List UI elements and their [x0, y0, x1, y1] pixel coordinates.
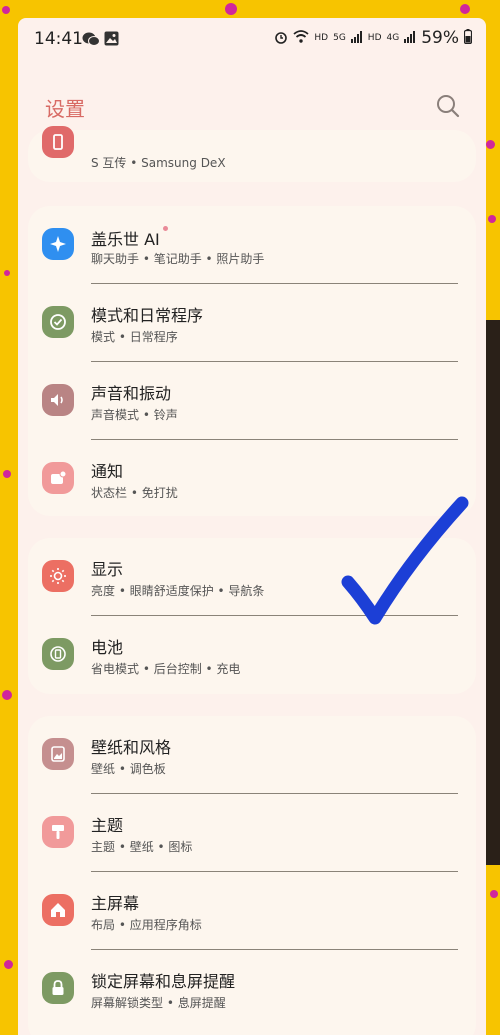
item-title: 声音和振动: [91, 384, 172, 403]
status-bar: 14:41 HD 5G HD 4G 59%: [18, 18, 486, 60]
signal-icon: [404, 30, 416, 46]
polka-dot: [4, 960, 13, 969]
network-label-2: 5G: [333, 33, 346, 43]
item-subtitle: 状态栏 • 免打扰: [91, 486, 178, 500]
settings-group-display-battery: 显示 亮度 • 眼睛舒适度保护 • 导航条 电池 省电模式 • 后台控制 • 充…: [28, 538, 476, 694]
polka-dot: [460, 4, 470, 14]
polka-dot: [3, 470, 11, 478]
polka-dot: [2, 6, 10, 14]
polka-dot: [490, 890, 498, 898]
settings-group-connected-devices: S 互传 • Samsung DeX: [28, 126, 476, 182]
devices-icon: [42, 126, 74, 158]
settings-item-galaxy-ai[interactable]: 盖乐世 AI 聊天助手 • 笔记助手 • 照片助手: [28, 206, 476, 284]
item-title-text: 盖乐世 AI: [91, 230, 160, 249]
item-subtitle: S 互传 • Samsung DeX: [91, 156, 226, 170]
settings-item-modes-routines[interactable]: 模式和日常程序 模式 • 日常程序: [28, 284, 476, 362]
settings-item-themes[interactable]: 主题 主题 • 壁纸 • 图标: [28, 794, 476, 872]
item-subtitle: 亮度 • 眼睛舒适度保护 • 导航条: [91, 584, 265, 598]
settings-item-wallpaper-style[interactable]: 壁纸和风格 壁纸 • 调色板: [28, 716, 476, 794]
battery-icon: [42, 638, 74, 670]
settings-item-notifications[interactable]: 通知 状态栏 • 免打扰: [28, 440, 476, 518]
item-subtitle: 壁纸 • 调色板: [91, 762, 166, 776]
settings-item-home-screen[interactable]: 主屏幕 布局 • 应用程序角标: [28, 872, 476, 950]
gallery-icon: [104, 31, 119, 50]
settings-group-ai: 盖乐世 AI 聊天助手 • 笔记助手 • 照片助手 模式和日常程序 模式 • 日…: [28, 206, 476, 516]
network-label-1: HD: [314, 33, 329, 43]
item-title: 锁定屏幕和息屏提醒: [91, 972, 236, 991]
wallpaper-icon: [42, 738, 74, 770]
home-icon: [42, 894, 74, 926]
item-title: 模式和日常程序: [91, 306, 204, 325]
item-title: 显示: [91, 560, 124, 579]
phone-screen: 14:41 HD 5G HD 4G 59% 设置 S 互传 • Samsung …: [18, 18, 486, 1035]
settings-item-battery[interactable]: 电池 省电模式 • 后台控制 • 充电: [28, 616, 476, 694]
wifi-icon: [293, 30, 309, 46]
polka-dot: [225, 3, 237, 15]
sun-icon: [42, 560, 74, 592]
background-photo-edge: [486, 320, 500, 865]
item-title: 盖乐世 AI: [91, 226, 168, 250]
network-label-3: HD: [367, 33, 382, 43]
item-subtitle: 聊天助手 • 笔记助手 • 照片助手: [91, 252, 265, 266]
item-subtitle: 省电模式 • 后台控制 • 充电: [91, 662, 241, 676]
signal-icon: [350, 30, 363, 46]
settings-item-display[interactable]: 显示 亮度 • 眼睛舒适度保护 • 导航条: [28, 538, 476, 616]
lock-icon: [42, 972, 74, 1004]
item-title: 主屏幕: [91, 894, 140, 913]
item-subtitle: 声音模式 • 铃声: [91, 408, 178, 422]
polka-dot: [2, 690, 12, 700]
settings-item-connected-devices[interactable]: S 互传 • Samsung DeX: [28, 104, 476, 182]
status-time: 14:41: [34, 29, 83, 49]
battery-status-icon: [463, 29, 473, 47]
item-subtitle: 模式 • 日常程序: [91, 330, 178, 344]
battery-level: 59%: [421, 28, 459, 48]
item-subtitle: 主题 • 壁纸 • 图标: [91, 840, 193, 854]
speaker-icon: [42, 384, 74, 416]
network-label-4: 4G: [386, 33, 400, 43]
polka-dot: [486, 140, 495, 149]
status-right-group: HD 5G HD 4G 59%: [274, 28, 473, 48]
settings-group-personalization: 壁纸和风格 壁纸 • 调色板 主题 主题 • 壁纸 • 图标 主屏幕 布局 • …: [28, 716, 476, 1035]
theme-brush-icon: [42, 816, 74, 848]
item-title: 通知: [91, 462, 124, 481]
item-subtitle: 布局 • 应用程序角标: [91, 918, 202, 932]
item-title: 主题: [91, 816, 124, 835]
settings-item-sound-vibration[interactable]: 声音和振动 声音模式 • 铃声: [28, 362, 476, 440]
polka-dot: [4, 270, 10, 276]
item-subtitle: 屏幕解锁类型 • 息屏提醒: [91, 996, 226, 1010]
wechat-icon: [82, 31, 100, 51]
new-badge-dot: [162, 226, 168, 231]
settings-item-lock-screen[interactable]: 锁定屏幕和息屏提醒 屏幕解锁类型 • 息屏提醒: [28, 950, 476, 1028]
item-title: 电池: [91, 638, 124, 657]
alarm-icon: [274, 30, 288, 47]
notification-icon: [42, 462, 74, 494]
check-circle-icon: [42, 306, 74, 338]
item-title: 壁纸和风格: [91, 738, 172, 757]
sparkle-icon: [42, 228, 74, 260]
polka-dot: [488, 215, 496, 223]
